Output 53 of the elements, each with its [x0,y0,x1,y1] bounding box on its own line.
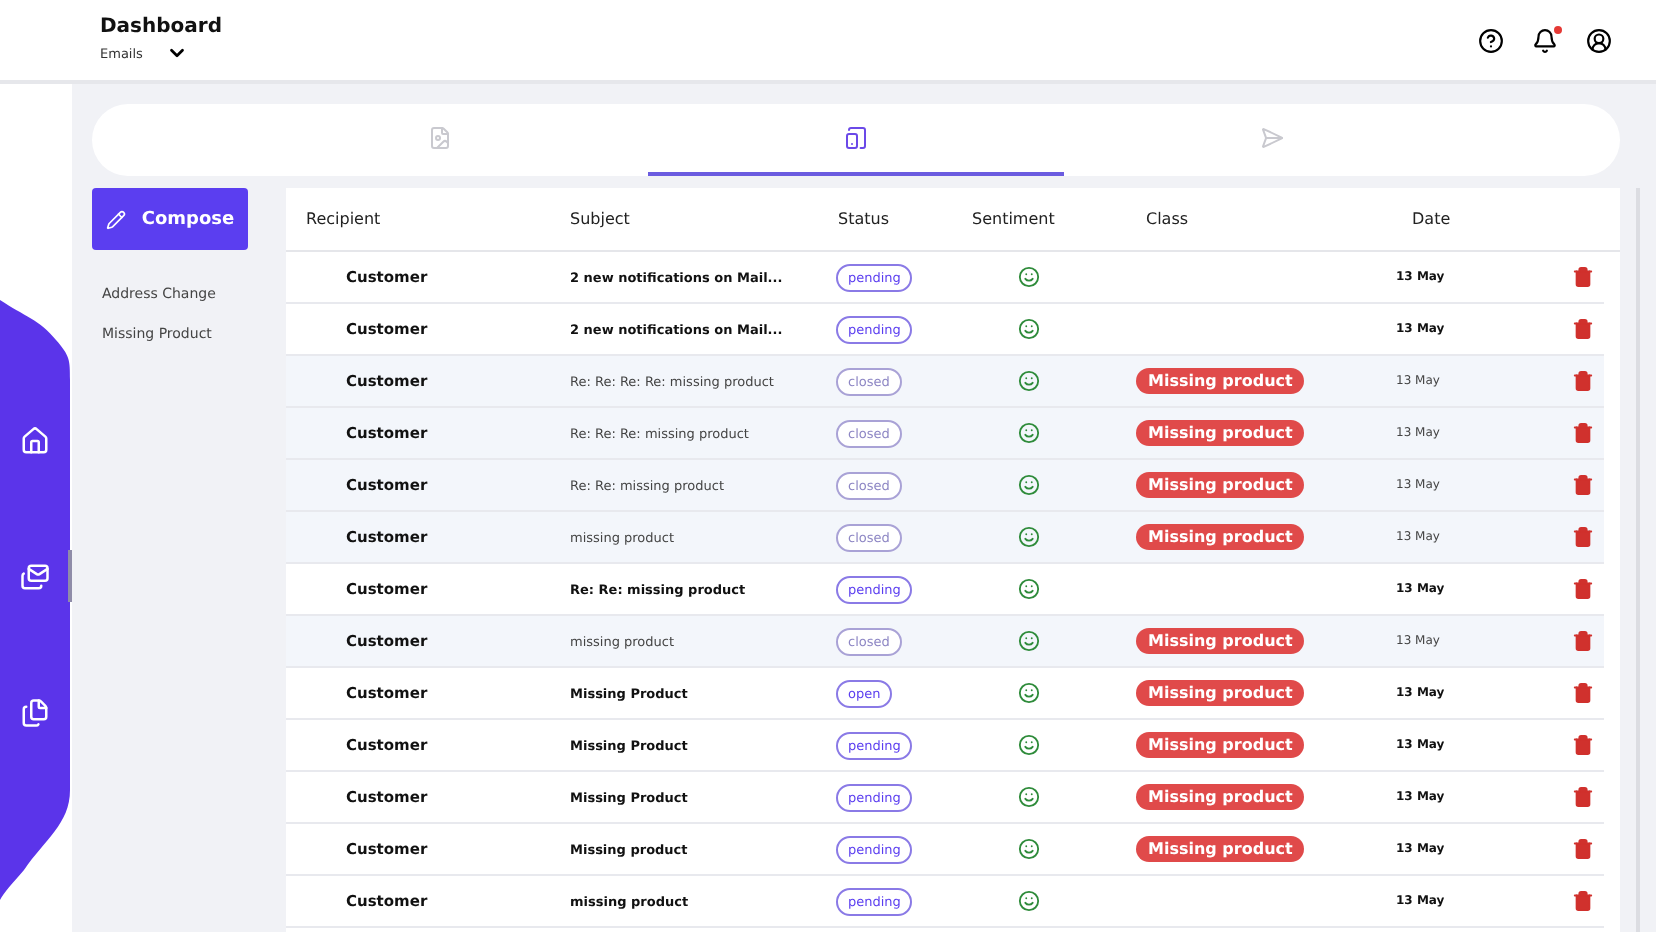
class-tag: Missing product [1136,732,1305,758]
smiley-icon [1018,786,1040,808]
smiley-icon [1018,422,1040,444]
column-header: Sentiment [970,210,1057,228]
delete-icon[interactable] [1572,422,1594,444]
delete-icon[interactable] [1572,370,1594,392]
delete-icon[interactable] [1572,890,1594,912]
bell-icon[interactable] [1532,27,1558,53]
delete-icon[interactable] [1572,318,1594,340]
delete-icon[interactable] [1572,734,1594,756]
smiley-icon [1018,890,1040,912]
smiley-icon [1018,630,1040,652]
smiley-icon [1018,370,1040,392]
smiley-icon [1018,734,1040,756]
class-tag: Missing product [1136,420,1305,446]
send-icon [1260,126,1284,150]
class-tag: Missing product [1136,524,1305,550]
smiley-icon [1018,526,1040,548]
delete-icon[interactable] [1572,682,1594,704]
column-header: Class [1144,210,1191,228]
delete-icon[interactable] [1572,266,1594,288]
class-tag: Missing product [1136,368,1305,394]
help-icon[interactable] [1478,27,1504,53]
delete-icon[interactable] [1572,786,1594,808]
column-header: Recipient [304,210,383,228]
smiley-icon [1018,578,1040,600]
class-tag: Missing product [1136,680,1305,706]
image-file-icon [428,126,452,150]
column-header: Date [1410,210,1453,228]
file-icon [19,697,49,727]
smiley-icon [1018,266,1040,288]
home-icon [19,425,49,455]
user-icon[interactable] [1586,27,1612,53]
pencil-icon [105,209,126,229]
tablet-icon [844,126,868,150]
smiley-icon [1018,318,1040,340]
mail-icon [19,561,49,591]
delete-icon[interactable] [1572,578,1594,600]
delete-icon[interactable] [1572,526,1594,548]
class-tag: Missing product [1136,836,1305,862]
page-title: Dashboard [100,16,222,38]
delete-icon[interactable] [1572,630,1594,652]
smiley-icon [1018,838,1040,860]
class-tag: Missing product [1136,784,1305,810]
class-tag: Missing product [1136,472,1305,498]
delete-icon[interactable] [1572,474,1594,496]
column-header: Status [836,210,891,228]
delete-icon[interactable] [1572,838,1594,860]
smiley-icon [1018,682,1040,704]
class-tag: Missing product [1136,628,1305,654]
column-header: Subject [568,210,632,228]
compose-button[interactable]: Compose [92,188,248,250]
smiley-icon [1018,474,1040,496]
